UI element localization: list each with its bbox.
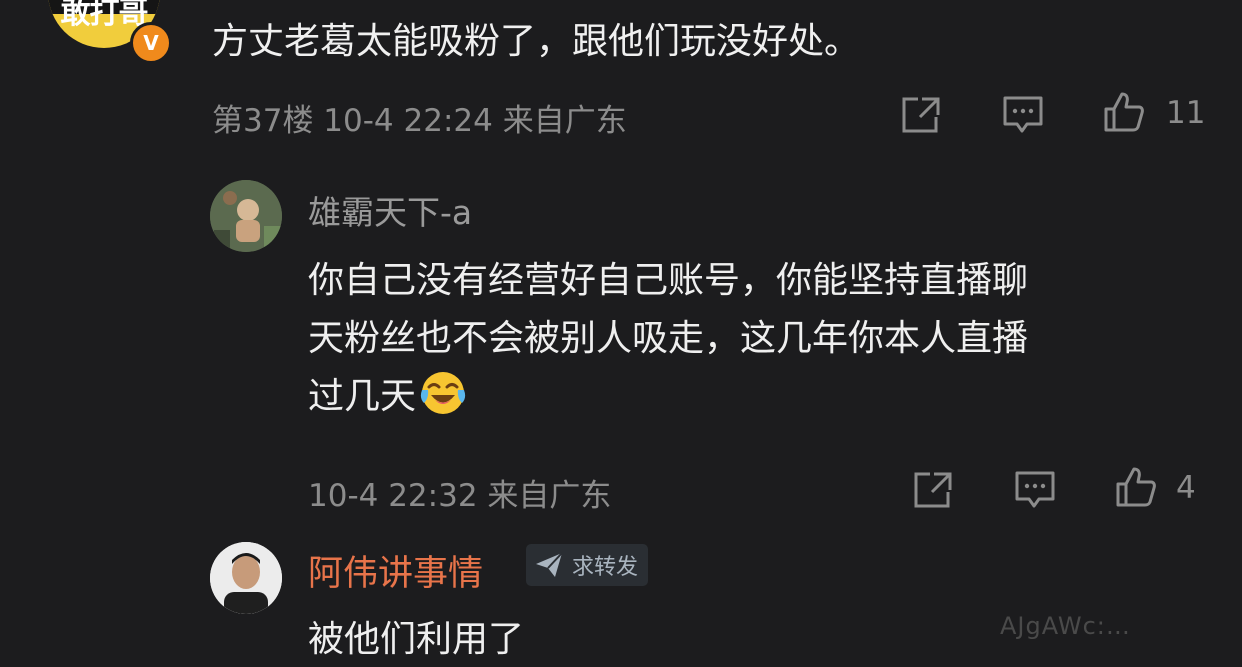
repost-request-label: 求转发 [572,555,639,580]
comment-icon[interactable] [1002,95,1044,135]
share-icon[interactable] [900,95,942,135]
reply-body-line-last: 过几天 [308,368,1208,426]
reply-body: 你自己没有经营好自己账号，你能坚持直播聊 天粉丝也不会被别人吸走，这几年你本人直… [308,252,1208,426]
reply-username[interactable]: 阿伟讲事情 [308,545,483,596]
like-count: 11 [1166,95,1206,131]
like-icon[interactable] [1114,465,1158,509]
reply-avatar[interactable] [210,180,282,252]
verified-badge: V [130,22,172,64]
root-comment-text: 方丈老葛太能吸粉了，跟他们玩没好处。 [212,21,861,62]
reply-body-text: 过几天 [308,376,417,417]
share-icon[interactable] [912,470,954,510]
reply-avatar[interactable] [210,542,282,614]
watermark: AJgAWc:… [1000,612,1131,640]
comment-icon[interactable] [1014,470,1056,510]
reply-body-line: 天粉丝也不会被别人吸走，这几年你本人直播 [308,318,1029,359]
paper-plane-icon [536,552,563,577]
reply-body-line: 你自己没有经营好自己账号，你能坚持直播聊 [308,260,1029,301]
like-icon[interactable] [1102,90,1146,134]
reply-body: 被他们利用了 [308,619,525,660]
reply-meta: 10-4 22:32 来自广东 [308,478,612,514]
reply-username[interactable]: 雄霸天下-a [308,186,472,234]
repost-request-badge[interactable]: 求转发 [526,544,649,586]
laughing-crying-emoji-icon [420,372,466,414]
like-count: 4 [1176,470,1196,506]
root-comment-meta: 第37楼 10-4 22:24 来自广东 [212,103,627,139]
